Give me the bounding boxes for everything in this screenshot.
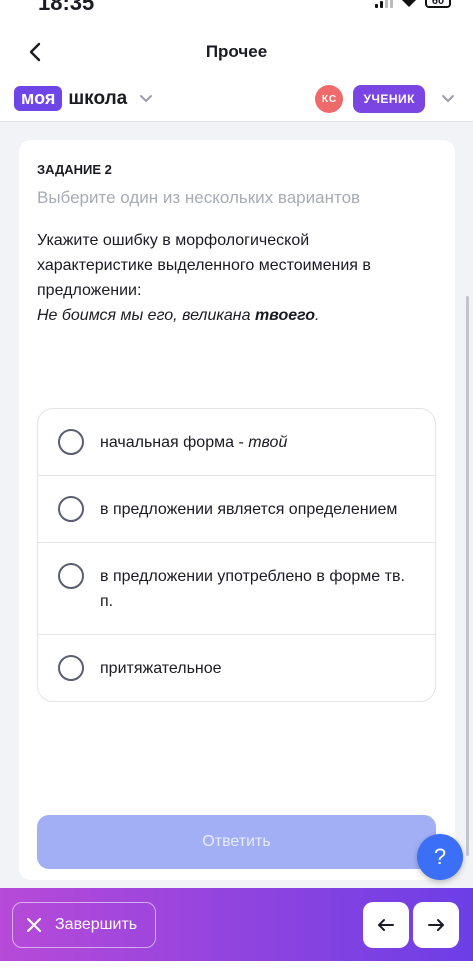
- battery-icon: 60: [425, 0, 451, 8]
- arrow-left-icon: [378, 919, 394, 931]
- brand-logo-text: школа: [68, 87, 128, 109]
- chevron-down-icon: [140, 94, 153, 102]
- signal-icon: [375, 0, 393, 8]
- answer-options: начальная форма - твой в предложении явл…: [37, 408, 436, 702]
- status-bar: 18:35 60: [0, 0, 473, 22]
- role-badge: УЧЕНИК: [353, 85, 425, 113]
- status-icons: 60: [375, 0, 451, 8]
- option-label: притяжательное: [100, 655, 222, 681]
- brand-logo-badge: моя: [14, 86, 63, 111]
- help-button[interactable]: ?: [417, 834, 463, 880]
- sentence-end: .: [315, 307, 320, 324]
- option-label: начальная форма - твой: [100, 429, 287, 455]
- question-sentence: Не боимся мы его, великана твоего.: [37, 303, 427, 328]
- sentence-start: Не боимся мы его, великана: [37, 307, 255, 324]
- avatar: КС: [315, 85, 344, 113]
- option-label: в предложении является определением: [100, 496, 397, 522]
- arrow-right-icon: [428, 919, 444, 931]
- finish-label: Завершить: [55, 916, 138, 933]
- page-title: Прочее: [205, 42, 268, 61]
- bottom-bar: Завершить: [0, 888, 473, 961]
- radio-button[interactable]: [58, 429, 84, 455]
- radio-button[interactable]: [58, 563, 84, 589]
- home-indicator-area: [0, 961, 473, 976]
- wifi-icon: [402, 0, 416, 7]
- answer-button[interactable]: Ответить: [37, 815, 436, 869]
- answer-option[interactable]: в предложении является определением: [38, 476, 435, 543]
- answer-option[interactable]: притяжательное: [38, 635, 435, 701]
- highlighted-pronoun: твоего: [254, 307, 316, 324]
- top-bar: Прочее моя школа КС УЧЕНИК: [0, 22, 473, 122]
- brand-switcher[interactable]: моя школа: [14, 86, 153, 111]
- task-label: ЗАДАНИЕ 2: [37, 162, 112, 177]
- question-text: Укажите ошибку в морфологической характе…: [37, 232, 371, 299]
- radio-button[interactable]: [58, 496, 84, 522]
- answer-option[interactable]: начальная форма - твой: [38, 409, 435, 476]
- option-text: притяжательное: [100, 660, 222, 677]
- option-label: в предложении употреблено в форме тв. п.: [100, 563, 415, 614]
- scrollbar[interactable]: [466, 296, 469, 856]
- status-time: 18:35: [38, 0, 95, 15]
- radio-button[interactable]: [58, 655, 84, 681]
- option-text: в предложении употреблено в форме тв. п.: [100, 568, 405, 610]
- task-card: ЗАДАНИЕ 2 Выберите один из нескольких ва…: [19, 140, 455, 880]
- option-text: начальная форма -: [100, 434, 249, 451]
- user-menu[interactable]: КС УЧЕНИК: [315, 85, 455, 113]
- close-icon: [26, 917, 42, 933]
- option-italic-text: твой: [248, 434, 288, 451]
- finish-button[interactable]: Завершить: [12, 902, 156, 948]
- answer-option[interactable]: в предложении употреблено в форме тв. п.: [38, 543, 435, 635]
- task-hint: Выберите один из нескольких вариантов: [37, 188, 361, 207]
- previous-button[interactable]: [363, 902, 409, 948]
- option-text: в предложении является определением: [100, 501, 398, 518]
- chevron-down-icon: [442, 95, 454, 103]
- task-question: Укажите ошибку в морфологической характе…: [37, 228, 427, 328]
- next-button[interactable]: [413, 902, 459, 948]
